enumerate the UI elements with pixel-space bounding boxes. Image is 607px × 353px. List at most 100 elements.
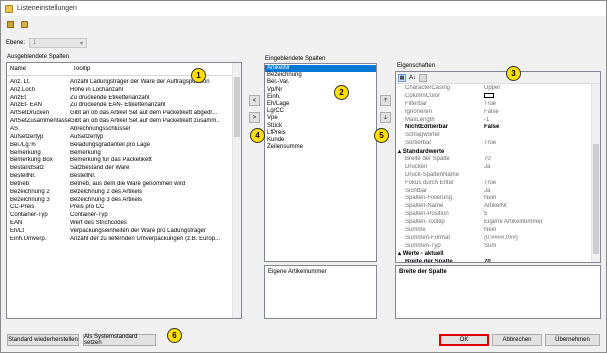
property-row[interactable]: Ignorieren False (396, 108, 600, 116)
property-value[interactable]: Nein (480, 227, 550, 233)
hidden-list-scrollbar[interactable] (232, 63, 241, 318)
restore-default-button[interactable]: Standard wiederherstellen (7, 334, 79, 346)
move-left-button[interactable]: < (249, 95, 260, 106)
move-up-button[interactable]: 🡡 (380, 95, 391, 106)
property-row[interactable]: Sichtbar Ja (396, 187, 600, 195)
property-row[interactable]: CharacterCasing Upper (396, 84, 600, 92)
property-value[interactable]: Ja (480, 164, 550, 170)
move-down-button[interactable]: 🡣 (380, 112, 391, 123)
column-header-name[interactable]: Name (7, 66, 70, 72)
table-row[interactable]: Bezeichnung 3 Bezeichnung 3 des Artikels (7, 196, 241, 204)
table-row[interactable]: ArtSetDrucken Gibt an ob das Artikel Set … (7, 109, 241, 117)
hidden-columns-list[interactable]: Name Tooltip Anz. Lt. Anzahl Ladungsträge… (6, 62, 242, 319)
property-row[interactable]: Filterbar True (396, 100, 600, 108)
property-row[interactable]: Spalten-Name ArtikelNr (396, 202, 600, 210)
property-row[interactable]: Sortierbar True (396, 139, 600, 147)
property-value[interactable]: Upper (480, 85, 550, 91)
shown-columns-title: Eingeblendete Spalten (265, 56, 326, 62)
table-row[interactable]: AnzEt Zu druckende Etikettenanzahl (7, 94, 241, 102)
property-value[interactable]: False (480, 124, 550, 130)
property-row[interactable]: Breite der Spalte 70 (396, 155, 600, 163)
table-row[interactable]: Betrieb Betrieb, aus dem die Ware genomme… (7, 180, 241, 188)
list-item[interactable]: Eh/Lage (265, 101, 376, 108)
property-row[interactable]: Spalten-Position 5 (396, 210, 600, 218)
clipboard-icon[interactable] (5, 19, 15, 29)
apply-button[interactable]: Übernehmen (545, 334, 600, 346)
list-item[interactable]: Vpe (265, 115, 376, 122)
table-row[interactable]: Anz.Loch Höhe in Lochanzahl (7, 86, 241, 94)
move-right-button[interactable]: > (249, 112, 260, 123)
list-item[interactable]: Bezeichnung (265, 72, 376, 79)
property-row[interactable]: Summe Nein (396, 226, 600, 234)
table-row[interactable]: Container-Typ Container-Typ (7, 211, 241, 219)
cancel-button[interactable]: Abbrechen (492, 334, 542, 346)
list-item[interactable]: Stück (265, 123, 376, 130)
property-value[interactable]: {0:####,0##} (480, 235, 550, 241)
list-item[interactable]: Zeilensumme (265, 144, 376, 151)
property-row[interactable]: ColumnColor (396, 92, 600, 100)
property-value[interactable]: Eigene Artikelnummer (480, 219, 550, 225)
property-category[interactable]: ▴ Standardwerte (396, 147, 600, 155)
property-value[interactable]: Nein (480, 195, 550, 201)
table-row[interactable]: Bemerkung Bemerkung (7, 149, 241, 157)
book-icon[interactable] (19, 19, 29, 29)
property-value[interactable]: Sum (480, 243, 550, 249)
property-scrollbar[interactable] (591, 84, 600, 262)
table-row[interactable]: AS Abrechnungsschlüssel (7, 125, 241, 133)
ok-button[interactable]: OK (439, 334, 489, 346)
property-value[interactable]: ArtikelNr (480, 203, 550, 209)
property-value[interactable] (480, 92, 550, 99)
property-value[interactable]: False (480, 109, 550, 115)
property-value[interactable]: 5 (480, 211, 550, 217)
table-row[interactable]: Anz. Lt. Anzahl Ladungsträger der Ware de… (7, 78, 241, 86)
table-row[interactable]: ArtSetZusammenfassen Gibt an ob das Artik… (7, 117, 241, 125)
property-key: Breite der Spalte (405, 258, 453, 263)
list-item[interactable]: Bel.-Var. (265, 79, 376, 86)
property-row[interactable]: Schlagwörter (396, 131, 600, 139)
property-value[interactable]: True (480, 140, 550, 146)
property-value[interactable]: -1 (480, 117, 550, 123)
set-system-default-button[interactable]: Als Systemstandard setzen (83, 334, 156, 346)
property-pages-icon[interactable] (419, 73, 428, 82)
cell-tooltip: Beladungsgradanteil pro Lage (70, 141, 151, 148)
property-row[interactable]: Breite der Spalte 70 (396, 258, 600, 263)
table-row[interactable]: Einh.Umverp. Anzahl der zu liefernden Umv… (7, 235, 241, 243)
property-row[interactable]: Druck-SpaltenName (396, 171, 600, 179)
table-row[interactable]: CC-Preis Preis pro CC (7, 204, 241, 212)
table-row[interactable]: EAN Wert des Strichcodes (7, 219, 241, 227)
property-value[interactable]: Ja (480, 188, 550, 194)
list-item[interactable]: Kunde (265, 137, 376, 144)
shown-columns-list[interactable]: ArtikelNr Bezeichnung Bel.-Var. Vp/Nr Einh. E… (264, 63, 377, 262)
window-title: Listeneinstellungen (17, 5, 77, 12)
ebene-select[interactable]: 1 ▾ (29, 38, 88, 48)
property-row[interactable]: MaxLength -1 (396, 116, 600, 124)
table-row[interactable]: BestandSatz Satzbestand der Ware (7, 164, 241, 172)
property-value[interactable]: 70 (480, 156, 550, 162)
property-row[interactable]: Summen-Typ Sum (396, 242, 600, 250)
list-item[interactable]: Einh. (265, 94, 376, 101)
property-category[interactable]: ▴ Werte - aktuell (396, 250, 600, 258)
property-row[interactable]: Drucken Ja (396, 163, 600, 171)
list-item[interactable]: ArtikelNr (265, 65, 376, 73)
property-row[interactable]: NichtEditierbar False (396, 123, 600, 131)
table-row[interactable]: BestellNr. BestellNr. (7, 172, 241, 180)
property-row[interactable]: Fokus durch Enter True (396, 179, 600, 187)
table-row[interactable]: Bel./Lg.% Beladungsgradanteil pro Lage (7, 141, 241, 149)
property-row[interactable]: Spalten-Fixierung Nein (396, 194, 600, 202)
property-grid[interactable]: ▦ A↓ CharacterCasing Upper ColumnColor Filt… (395, 71, 601, 263)
table-row[interactable]: AnzEt- EAN Zu druckende EAN- Etikettenanz… (7, 102, 241, 110)
property-value[interactable]: True (480, 180, 550, 186)
property-value[interactable]: True (480, 101, 550, 107)
list-item[interactable]: Lg/CC (265, 108, 376, 115)
table-row[interactable]: Bezeichnung 2 Bezeichnung 2 des Artikels (7, 188, 241, 196)
alphabetical-icon[interactable]: A↓ (409, 75, 416, 81)
table-row[interactable]: Eh/Lt Verpackungseinheiten der Ware pro L… (7, 227, 241, 235)
list-item[interactable]: Vp/Nr (265, 87, 376, 94)
property-row[interactable]: Spalten-Tooltip Eigene Artikelnummer (396, 218, 600, 226)
property-value[interactable]: 70 (480, 259, 550, 262)
property-row[interactable]: Summen-Format {0:####,0##} (396, 234, 600, 242)
table-row[interactable]: Aufsetzertyp Aufsetzertyp (7, 133, 241, 141)
list-item[interactable]: LfPreis (265, 130, 376, 137)
table-row[interactable]: Bemerkung Box Bemerkung für das Packetike… (7, 156, 241, 164)
categorized-icon[interactable]: ▦ (398, 73, 406, 82)
